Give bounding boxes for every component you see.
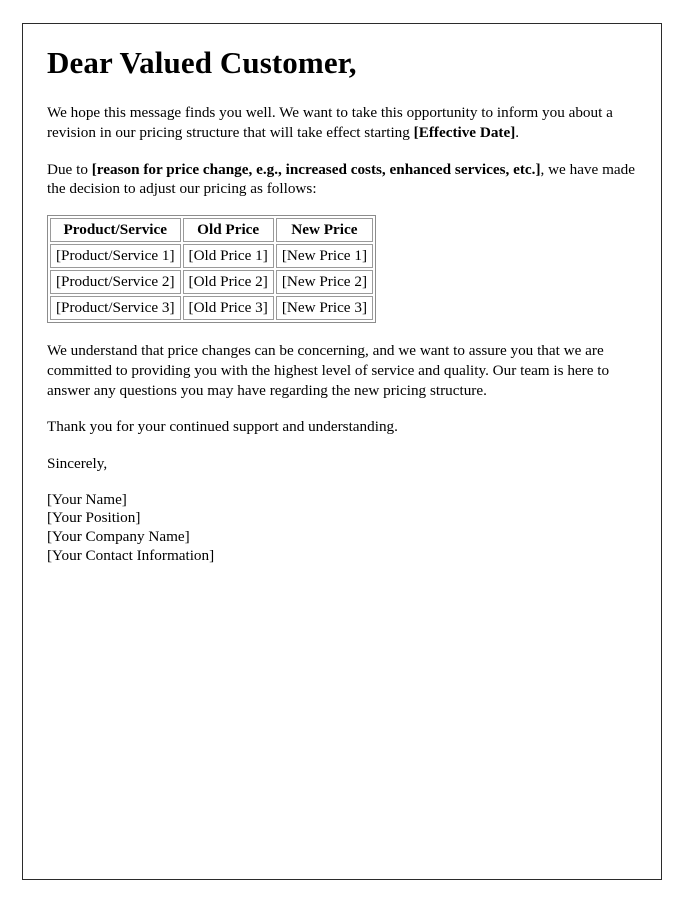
paragraph-thanks: Thank you for your continued support and… xyxy=(47,418,398,436)
effective-date-placeholder: [Effective Date] xyxy=(413,123,516,141)
price-table-header-row: Product/Service Old Price New Price xyxy=(50,218,373,243)
table-row: [Product/Service 1] [Old Price 1] [New P… xyxy=(50,244,373,269)
cell-product-service: [Product/Service 3] xyxy=(50,296,181,321)
signature-line-position: [Your Position] xyxy=(47,509,141,527)
cell-product-service: [Product/Service 1] xyxy=(50,244,181,269)
reason-placeholder: [reason for price change, e.g., increase… xyxy=(91,160,541,178)
cell-old-price: [Old Price 1] xyxy=(182,244,274,269)
price-table-head: Product/Service Old Price New Price xyxy=(50,218,373,243)
price-table-body: [Product/Service 1] [Old Price 1] [New P… xyxy=(50,244,373,321)
paragraph-intro: We hope this message finds you well. We … xyxy=(47,103,635,143)
paragraph-reason: Due to [reason for price change, e.g., i… xyxy=(47,160,635,200)
column-header-product-service: Product/Service xyxy=(50,218,181,243)
paragraph-reassurance: We understand that price changes can be … xyxy=(47,342,610,399)
paragraph-intro-text-before: We hope this message finds you well. We … xyxy=(47,104,613,141)
paragraph-reason-text-before: Due to xyxy=(47,160,92,178)
signature-line-contact: [Your Contact Information] xyxy=(47,546,215,564)
column-header-old-price: Old Price xyxy=(182,218,274,243)
document-page-frame: Dear Valued Customer, We hope this messa… xyxy=(22,23,662,880)
letter-closing: Sincerely, xyxy=(47,455,108,473)
letter-salutation-heading: Dear Valued Customer, xyxy=(47,45,357,80)
paragraph-intro-text-after: . xyxy=(515,123,520,141)
price-comparison-table: Product/Service Old Price New Price [Pro… xyxy=(47,215,376,324)
cell-old-price: [Old Price 3] xyxy=(182,296,274,321)
cell-new-price: [New Price 2] xyxy=(275,270,373,295)
table-row: [Product/Service 3] [Old Price 3] [New P… xyxy=(50,296,373,321)
table-row: [Product/Service 2] [Old Price 2] [New P… xyxy=(50,270,373,295)
signature-line-name: [Your Name] xyxy=(47,490,127,508)
cell-new-price: [New Price 3] xyxy=(275,296,373,321)
cell-new-price: [New Price 1] xyxy=(275,244,373,269)
column-header-new-price: New Price xyxy=(275,218,373,243)
signature-line-company: [Your Company Name] xyxy=(47,528,190,546)
signature-block: [Your Name] [Your Position] [Your Compan… xyxy=(47,491,635,565)
cell-product-service: [Product/Service 2] xyxy=(50,270,181,295)
cell-old-price: [Old Price 2] xyxy=(182,270,274,295)
price-table-container: Product/Service Old Price New Price [Pro… xyxy=(47,215,635,324)
document-body: Dear Valued Customer, We hope this messa… xyxy=(47,44,635,565)
